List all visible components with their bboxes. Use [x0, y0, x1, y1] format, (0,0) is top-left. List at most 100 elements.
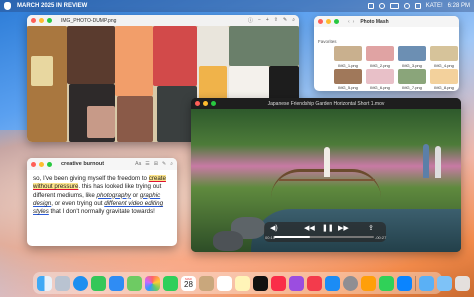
collage-photo — [115, 26, 153, 96]
info-icon[interactable]: ⓘ — [248, 17, 253, 24]
search-button[interactable]: ⌕ — [170, 161, 173, 167]
file-thumbnail[interactable] — [430, 69, 458, 84]
search-icon[interactable]: ⌕ — [292, 17, 295, 24]
markup-icon[interactable]: ✎ — [283, 17, 287, 24]
close-button[interactable] — [318, 19, 323, 24]
mail-icon[interactable] — [109, 275, 124, 291]
collage-photo — [87, 106, 115, 138]
forward-icon[interactable]: › — [353, 19, 355, 25]
pause-icon[interactable]: ❚❚ — [322, 224, 334, 232]
messages-icon[interactable] — [91, 275, 106, 291]
maps-icon[interactable] — [127, 275, 142, 291]
calendar-day: 28 — [184, 279, 193, 289]
zoom-button[interactable] — [47, 161, 52, 167]
system-settings-icon[interactable] — [343, 275, 358, 291]
video-titlebar[interactable]: Japanese Friendship Garden Horizontal Sh… — [191, 98, 461, 109]
share-icon[interactable]: ⇪ — [368, 224, 374, 232]
bridge-rail — [279, 179, 375, 181]
volume-icon[interactable]: ◀) — [270, 224, 278, 232]
video-player-window: Japanese Friendship Garden Horizontal Sh… — [191, 98, 461, 252]
table-button[interactable]: ⊞ — [154, 161, 158, 167]
note-body[interactable]: so, I've been giving myself the freedom … — [33, 175, 173, 216]
downloads-folder-icon[interactable] — [419, 275, 434, 291]
time-elapsed: 00:15 — [265, 235, 276, 240]
podcasts-icon[interactable] — [289, 275, 304, 291]
underlined-text: photography — [96, 191, 131, 199]
edit-button[interactable]: ✎ — [162, 161, 166, 167]
search-icon[interactable] — [403, 3, 410, 9]
rewind-icon[interactable]: ◀◀ — [304, 224, 315, 232]
notes-icon[interactable] — [235, 275, 250, 291]
photo-window-titlebar[interactable]: IMG_PHOTO-DUMP.png ⓘ − + ⇪ ✎ ⌕ — [27, 15, 299, 26]
app-store-icon[interactable] — [325, 275, 340, 291]
minimize-button[interactable] — [39, 161, 44, 167]
display-icon[interactable] — [367, 3, 374, 9]
minimize-button[interactable] — [203, 101, 208, 106]
control-center-icon[interactable] — [414, 3, 421, 9]
zoom-button[interactable] — [334, 19, 339, 24]
close-button[interactable] — [31, 161, 36, 167]
music-icon[interactable] — [271, 275, 286, 291]
apple-logo-icon[interactable] — [4, 2, 11, 10]
file-name[interactable]: IMG_4.png — [429, 63, 459, 68]
zoom-button[interactable] — [47, 18, 52, 23]
finder-window: ‹ › Photo Mash Favorites IMG_1.png IMG_2… — [314, 16, 459, 91]
close-button[interactable] — [195, 101, 200, 106]
finder-titlebar[interactable]: ‹ › Photo Mash — [314, 16, 459, 27]
file-thumbnail[interactable] — [366, 69, 394, 84]
scrubber[interactable] — [274, 236, 374, 238]
format-button[interactable]: Aa — [135, 161, 141, 167]
file-name[interactable]: IMG_8.png — [429, 85, 459, 90]
close-button[interactable] — [31, 18, 36, 23]
fast-forward-icon[interactable]: ▶▶ — [338, 224, 349, 232]
collage-photo — [153, 26, 197, 86]
apple-tv-icon[interactable] — [253, 275, 268, 291]
file-thumbnail[interactable] — [334, 69, 362, 84]
battery-icon[interactable] — [389, 3, 399, 9]
collage-photo — [199, 66, 227, 102]
finder-icon[interactable] — [37, 275, 52, 291]
wifi-icon[interactable] — [378, 3, 385, 9]
file-name[interactable]: IMG_2.png — [365, 63, 395, 68]
file-thumbnail[interactable] — [398, 46, 426, 61]
video-title: Japanese Friendship Garden Horizontal Sh… — [267, 100, 385, 107]
keynote-icon[interactable] — [397, 275, 412, 291]
file-name[interactable]: IMG_5.png — [333, 85, 363, 90]
reminders-icon[interactable] — [217, 275, 232, 291]
collage-photo — [117, 96, 153, 142]
file-thumbnail[interactable] — [430, 46, 458, 61]
zoom-button[interactable] — [211, 101, 216, 106]
file-name[interactable]: IMG_1.png — [333, 63, 363, 68]
calendar-icon[interactable]: MAR 28 — [181, 275, 196, 291]
file-thumbnail[interactable] — [366, 46, 394, 61]
photos-icon[interactable] — [145, 275, 160, 291]
contacts-icon[interactable] — [199, 275, 214, 291]
facetime-icon[interactable] — [163, 275, 178, 291]
menu-bar-clock[interactable]: 6:28 PM — [448, 3, 470, 9]
zoom-in-icon[interactable]: + — [266, 17, 269, 24]
minimize-button[interactable] — [39, 18, 44, 23]
notes-titlebar[interactable]: creative burnout Aa ☰ ⊞ ✎ ⌕ — [27, 158, 177, 170]
back-icon[interactable]: ‹ — [348, 19, 350, 25]
menu-bar-title[interactable]: MARCH 2025 IN REVIEW — [17, 3, 87, 9]
news-icon[interactable] — [307, 275, 322, 291]
checklist-button[interactable]: ☰ — [145, 161, 149, 167]
collage-photo — [31, 56, 53, 86]
person — [423, 144, 429, 178]
file-thumbnail[interactable] — [398, 69, 426, 84]
zoom-out-icon[interactable]: − — [258, 17, 261, 24]
pages-icon[interactable] — [361, 275, 376, 291]
numbers-icon[interactable] — [379, 275, 394, 291]
minimize-button[interactable] — [326, 19, 331, 24]
trash-icon[interactable] — [455, 275, 470, 291]
folder-icon[interactable] — [437, 275, 452, 291]
file-thumbnail[interactable] — [334, 46, 362, 61]
file-name[interactable]: IMG_3.png — [397, 63, 427, 68]
file-name[interactable]: IMG_7.png — [397, 85, 427, 90]
safari-icon[interactable] — [73, 275, 88, 291]
share-icon[interactable]: ⇪ — [274, 17, 278, 24]
launchpad-icon[interactable] — [55, 275, 70, 291]
video-frame[interactable]: ◀) ◀◀ ❚❚ ▶▶ ⇪ 00:15 -00:27 — [191, 109, 461, 252]
user-name[interactable]: KATE! — [426, 3, 443, 9]
file-name[interactable]: IMG_6.png — [365, 85, 395, 90]
